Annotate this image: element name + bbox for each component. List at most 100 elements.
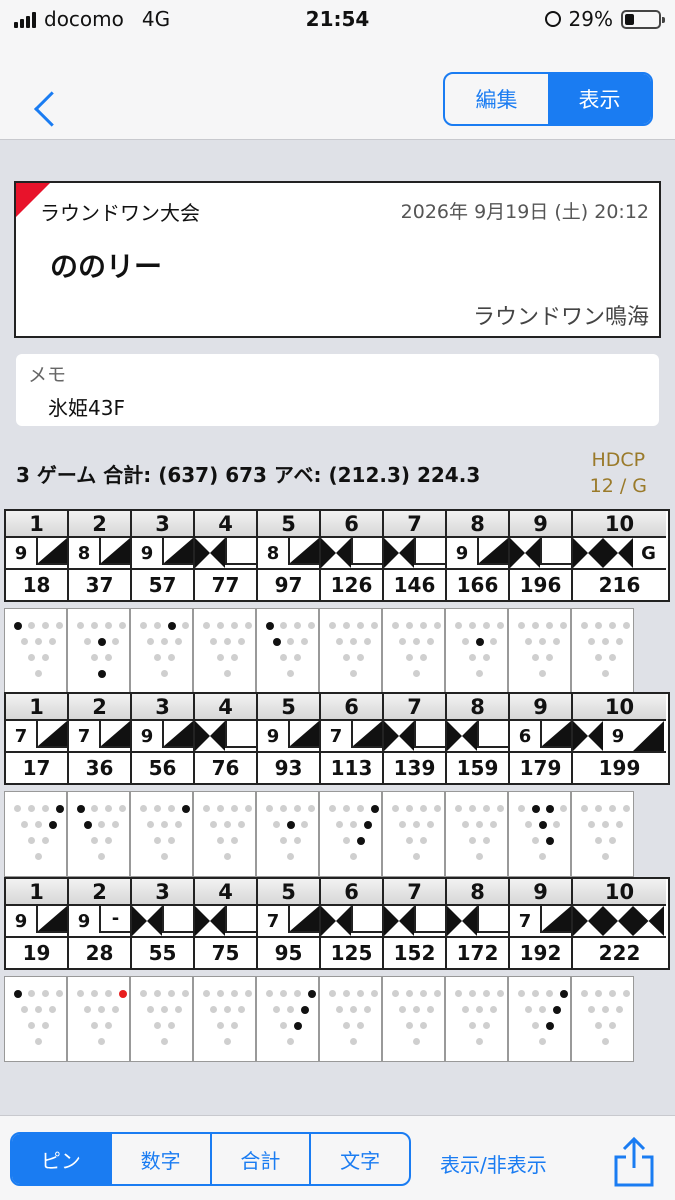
pin-diagram[interactable] xyxy=(130,976,193,1062)
frame-5[interactable]: 5 8 97 xyxy=(258,511,321,600)
frame-number: 6 xyxy=(321,694,382,721)
pin-6 xyxy=(300,1005,309,1014)
pin-diagram[interactable] xyxy=(130,608,193,694)
second-ball xyxy=(36,906,67,933)
pin-diagram[interactable] xyxy=(508,608,571,694)
frame-1[interactable]: 1 7 17 xyxy=(6,694,69,783)
frame-6[interactable]: 6 125 xyxy=(321,879,384,968)
pin-diagram[interactable] xyxy=(445,976,508,1062)
first-ball: 9 xyxy=(266,725,280,747)
frame-score: 159 xyxy=(456,756,499,780)
game-3: 1 9 19 2 9-28 3 55 4 75 5 7 95 6 125 7 152 8 172 9 7 192 10 22… xyxy=(4,877,670,1062)
pin-diagram[interactable] xyxy=(382,791,445,877)
frame-7[interactable]: 7 146 xyxy=(384,511,447,600)
score-sheet[interactable]: 1 9 19 2 9-28 3 55 4 75 5 7 95 6 125 7 152 8 172 9 7 192 10 22… xyxy=(4,877,670,970)
score-sheet[interactable]: 1 9 18 2 8 37 3 9 57 4 77 5 8 97 6 126 7 146 8 9 166 9 196 10 G 2… xyxy=(4,509,670,602)
pin-diagram[interactable] xyxy=(256,976,319,1062)
tab-numbers[interactable]: 数字 xyxy=(112,1134,212,1184)
pin-diagram[interactable] xyxy=(319,976,382,1062)
pin-diagram[interactable] xyxy=(67,608,130,694)
ball-marks xyxy=(321,906,382,938)
frame-3[interactable]: 3 55 xyxy=(132,879,195,968)
frame-9[interactable]: 9 7 192 xyxy=(510,879,573,968)
pin-diagram[interactable] xyxy=(571,791,634,877)
pin-diagram[interactable] xyxy=(193,976,256,1062)
ball-marks: 6 xyxy=(510,721,571,753)
first-ball: 6 xyxy=(518,725,532,747)
pin-diagram[interactable] xyxy=(571,976,634,1062)
pin-7 xyxy=(581,805,588,812)
frame-2[interactable]: 2 7 36 xyxy=(69,694,132,783)
frame-5[interactable]: 5 9 93 xyxy=(258,694,321,783)
frame-7[interactable]: 7 139 xyxy=(384,694,447,783)
pin-3 xyxy=(168,1022,175,1029)
frame-10[interactable]: 10 9 199 xyxy=(573,694,666,783)
frame-2[interactable]: 2 8 37 xyxy=(69,511,132,600)
frame-4[interactable]: 4 76 xyxy=(195,694,258,783)
frame-8[interactable]: 8 172 xyxy=(447,879,510,968)
pin-diagram[interactable] xyxy=(193,791,256,877)
frame-6[interactable]: 6 126 xyxy=(321,511,384,600)
edit-segment[interactable]: 編集 xyxy=(445,74,548,124)
pin-6 xyxy=(427,638,434,645)
pin-diagram[interactable] xyxy=(4,791,67,877)
pin-diagram[interactable] xyxy=(319,608,382,694)
pin-diagram[interactable] xyxy=(4,976,67,1062)
score-sheet[interactable]: 1 7 17 2 7 36 3 9 56 4 76 5 9 93 6 7 113 7 139 8 159 9 6 179 10 9… xyxy=(4,692,670,785)
back-chevron-icon[interactable] xyxy=(22,78,58,124)
frame-1[interactable]: 1 9 18 xyxy=(6,511,69,600)
frame-5[interactable]: 5 7 95 xyxy=(258,879,321,968)
pin-diagram[interactable] xyxy=(382,976,445,1062)
share-icon[interactable] xyxy=(612,1136,656,1188)
pin-8 xyxy=(28,622,35,629)
frame-9[interactable]: 9 196 xyxy=(510,511,573,600)
pin-diagram[interactable] xyxy=(130,791,193,877)
pin-diagram[interactable] xyxy=(67,976,130,1062)
pin-diagram[interactable] xyxy=(256,791,319,877)
frame-1[interactable]: 1 9 19 xyxy=(6,879,69,968)
frame-number: 8 xyxy=(447,694,508,721)
pin-1 xyxy=(476,670,483,677)
pin-10 xyxy=(182,990,189,997)
pin-10 xyxy=(56,990,63,997)
frame-8[interactable]: 8 9 166 xyxy=(447,511,510,600)
pin-diagram[interactable] xyxy=(445,791,508,877)
frame-10[interactable]: 10 G 216 xyxy=(573,511,666,600)
pin-diagram[interactable] xyxy=(382,608,445,694)
frame-9[interactable]: 9 6 179 xyxy=(510,694,573,783)
pin-10 xyxy=(370,804,379,813)
pin-5 xyxy=(539,638,546,645)
frame-6[interactable]: 6 7 113 xyxy=(321,694,384,783)
tab-pins[interactable]: ピン xyxy=(12,1134,112,1184)
frame-3[interactable]: 3 9 57 xyxy=(132,511,195,600)
frame-3[interactable]: 3 9 56 xyxy=(132,694,195,783)
view-segment[interactable]: 表示 xyxy=(548,74,651,124)
frame-4[interactable]: 4 77 xyxy=(195,511,258,600)
tab-total[interactable]: 合計 xyxy=(212,1134,312,1184)
pin-diagram[interactable] xyxy=(508,976,571,1062)
pin-diagram[interactable] xyxy=(4,608,67,694)
pin-5 xyxy=(97,637,106,646)
pin-1 xyxy=(413,670,420,677)
pin-diagram[interactable] xyxy=(256,608,319,694)
pin-6 xyxy=(48,820,57,829)
frame-2[interactable]: 2 9-28 xyxy=(69,879,132,968)
pin-diagram[interactable] xyxy=(508,791,571,877)
frame-score: 126 xyxy=(330,573,373,597)
pin-diagram[interactable] xyxy=(571,608,634,694)
pin-7 xyxy=(518,805,525,812)
frame-7[interactable]: 7 152 xyxy=(384,879,447,968)
pin-diagram[interactable] xyxy=(445,608,508,694)
frame-4[interactable]: 4 75 xyxy=(195,879,258,968)
show-hide-button[interactable]: 表示/非表示 xyxy=(440,1149,547,1178)
ball-marks: 8 xyxy=(258,538,319,570)
pin-10 xyxy=(245,805,252,812)
frame-10[interactable]: 10 222 xyxy=(573,879,666,968)
frame-8[interactable]: 8 159 xyxy=(447,694,510,783)
tab-text[interactable]: 文字 xyxy=(311,1134,409,1184)
pin-1 xyxy=(98,1038,105,1045)
pin-diagram[interactable] xyxy=(319,791,382,877)
pin-5 xyxy=(287,638,294,645)
pin-diagram[interactable] xyxy=(67,791,130,877)
pin-diagram[interactable] xyxy=(193,608,256,694)
